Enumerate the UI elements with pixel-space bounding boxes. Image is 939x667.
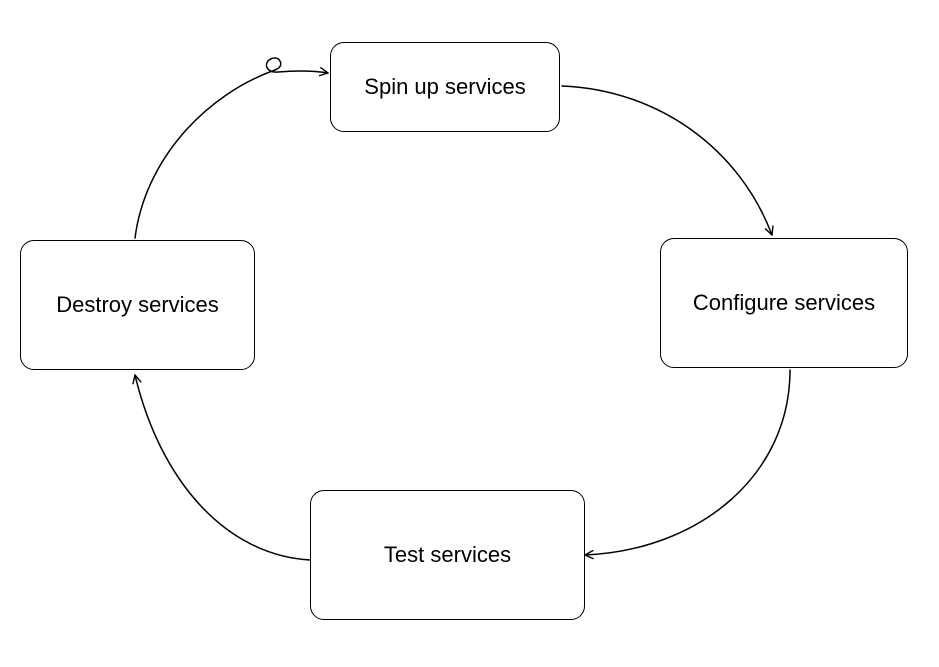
node-configure-label: Configure services: [693, 290, 875, 316]
arrow-spin-up-to-configure: [562, 86, 772, 235]
node-destroy: Destroy services: [20, 240, 255, 370]
node-test: Test services: [310, 490, 585, 620]
node-configure: Configure services: [660, 238, 908, 368]
node-test-label: Test services: [384, 542, 511, 568]
diagram-canvas: Spin up services Configure services Test…: [0, 0, 939, 667]
node-spin-up: Spin up services: [330, 42, 560, 132]
arrow-configure-to-test: [585, 370, 790, 555]
arrow-destroy-to-spin-up: [135, 58, 328, 238]
node-spin-up-label: Spin up services: [364, 74, 525, 100]
arrow-test-to-destroy: [135, 375, 310, 560]
node-destroy-label: Destroy services: [56, 292, 219, 318]
